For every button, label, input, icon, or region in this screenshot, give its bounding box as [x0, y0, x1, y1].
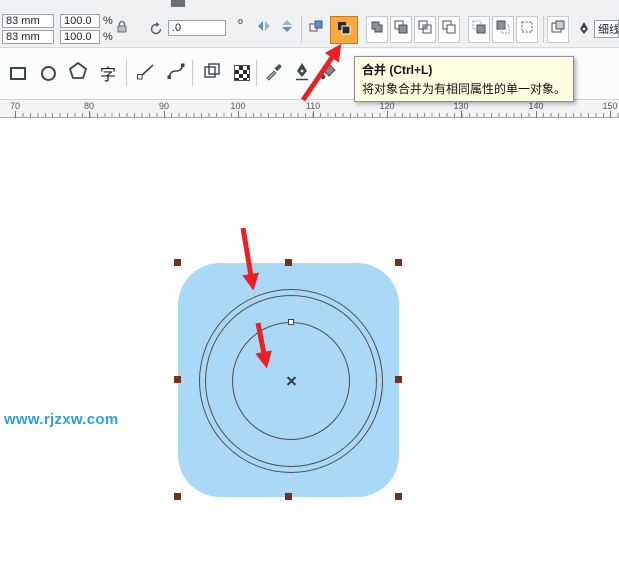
rectangle-tool[interactable] — [4, 58, 32, 88]
property-bar: 83 mm 83 mm 100.0 % 100.0 % .0 o 细线 — [0, 0, 619, 48]
ruler-major-tick — [536, 111, 537, 118]
rotation-angle-field[interactable]: .0 — [168, 20, 226, 36]
fill-tool[interactable] — [314, 58, 342, 88]
lock-ratio-button[interactable] — [112, 16, 132, 43]
outline-pen-tool-icon — [292, 61, 312, 86]
intersect-button[interactable] — [414, 16, 436, 43]
selection-handle-bottom-middle[interactable] — [285, 493, 292, 500]
outline-pen-icon — [576, 20, 592, 36]
toolbox-separator — [126, 60, 127, 86]
selection-handle-top-right[interactable] — [395, 259, 402, 266]
freehand-tool[interactable] — [132, 58, 160, 88]
back-minus-front-icon — [495, 19, 511, 40]
mirror-horizontal-button[interactable] — [254, 18, 274, 38]
cropped-toolbar-icon — [171, 0, 185, 7]
create-boundary-button[interactable] — [516, 16, 538, 43]
watermark: www.rjzxw.com — [4, 411, 119, 428]
scale-v-field[interactable]: 100.0 — [60, 30, 100, 44]
outline-pen-tool[interactable] — [288, 58, 316, 88]
lock-icon — [114, 19, 130, 40]
combine-icon — [336, 20, 352, 41]
ruler-major-tick — [15, 111, 16, 118]
ruler-major-tick — [387, 111, 388, 118]
ruler-label: 110 — [305, 101, 321, 111]
selection-handle-middle-left[interactable] — [174, 376, 181, 383]
mirror-vertical-button[interactable] — [277, 18, 297, 38]
trim-button[interactable] — [390, 16, 412, 43]
rectangle-icon — [10, 66, 26, 80]
scale-h-field[interactable]: 100.0 — [60, 14, 100, 28]
ruler-major-tick — [610, 111, 611, 118]
outline-width-select[interactable]: 细线 — [594, 20, 619, 38]
toolbox-separator — [192, 60, 193, 86]
selection-handle-bottom-left[interactable] — [174, 493, 181, 500]
tooltip-title: 合并 (Ctrl+L) — [362, 63, 433, 77]
trim-icon — [393, 19, 409, 40]
eyedropper-tool[interactable] — [260, 58, 288, 88]
freehand-icon — [136, 61, 156, 86]
ruler-label: 80 — [83, 101, 94, 111]
pattern-fill-tool[interactable] — [228, 58, 256, 88]
toolbar-separator — [301, 16, 302, 43]
ellipse-tool[interactable] — [34, 58, 62, 88]
front-minus-back-icon — [471, 19, 487, 40]
ruler-label: 150 — [602, 101, 618, 111]
tooltip-description: 将对象合并为有相同属性的单一对象。 — [362, 82, 567, 96]
toolbox-separator — [256, 60, 257, 86]
shaping-extra-button[interactable] — [547, 16, 569, 43]
text-tool-icon: 字 — [99, 67, 116, 84]
ruler-label: 90 — [158, 101, 169, 111]
degree-symbol: o — [238, 16, 244, 26]
ruler-major-tick — [89, 111, 90, 118]
drawing-canvas[interactable]: www.rjzxw.com — [0, 118, 619, 585]
selection-handle-middle-right[interactable] — [395, 376, 402, 383]
shaping-extra-icon — [550, 19, 566, 40]
combine-button[interactable] — [330, 16, 358, 44]
polygon-icon — [68, 61, 88, 86]
fill-bucket-icon — [318, 61, 338, 86]
ellipse-icon — [40, 65, 56, 81]
contour-icon — [202, 61, 222, 86]
object-height-field[interactable]: 83 mm — [2, 30, 54, 44]
bezier-icon — [166, 61, 186, 86]
ruler-label: 120 — [379, 101, 395, 111]
polygon-tool[interactable] — [64, 58, 92, 88]
weld-icon — [369, 19, 385, 40]
object-width-field[interactable]: 83 mm — [2, 14, 54, 28]
weld-button[interactable] — [366, 16, 388, 43]
group-objects-icon — [308, 18, 324, 39]
intersect-icon — [417, 19, 433, 40]
text-tool[interactable]: 字 — [94, 58, 122, 88]
checkerboard-icon — [234, 65, 250, 81]
selection-handle-bottom-right[interactable] — [395, 493, 402, 500]
mirror-vertical-icon — [279, 18, 295, 39]
mirror-horizontal-icon — [256, 18, 272, 39]
group-objects-button[interactable] — [306, 18, 326, 38]
app-window: 83 mm 83 mm 100.0 % 100.0 % .0 o 细线 字 70… — [0, 0, 619, 585]
create-boundary-icon — [519, 19, 535, 40]
rotate-icon — [148, 21, 164, 37]
selection-handle-top-left[interactable] — [174, 259, 181, 266]
front-minus-back-button[interactable] — [468, 16, 490, 43]
toolbar-separator — [543, 16, 544, 43]
eyedropper-icon — [264, 61, 284, 86]
combine-tooltip: 合并 (Ctrl+L) 将对象合并为有相同属性的单一对象。 — [354, 56, 575, 102]
curve-node[interactable] — [288, 319, 294, 325]
ruler-label: 130 — [453, 101, 469, 111]
ruler-label: 100 — [230, 101, 246, 111]
bezier-tool[interactable] — [162, 58, 190, 88]
ruler-major-tick — [238, 111, 239, 118]
simplify-button[interactable] — [438, 16, 460, 43]
selection-handle-top-middle[interactable] — [285, 259, 292, 266]
horizontal-ruler[interactable]: 70 80 90 100 110 120 130 140 150 — [0, 100, 619, 118]
ruler-major-tick — [164, 111, 165, 118]
ruler-major-tick — [313, 111, 314, 118]
ruler-label: 70 — [9, 101, 20, 111]
back-minus-front-button[interactable] — [492, 16, 514, 43]
ruler-major-tick — [461, 111, 462, 118]
contour-tool[interactable] — [198, 58, 226, 88]
simplify-icon — [441, 19, 457, 40]
ruler-label: 140 — [528, 101, 544, 111]
